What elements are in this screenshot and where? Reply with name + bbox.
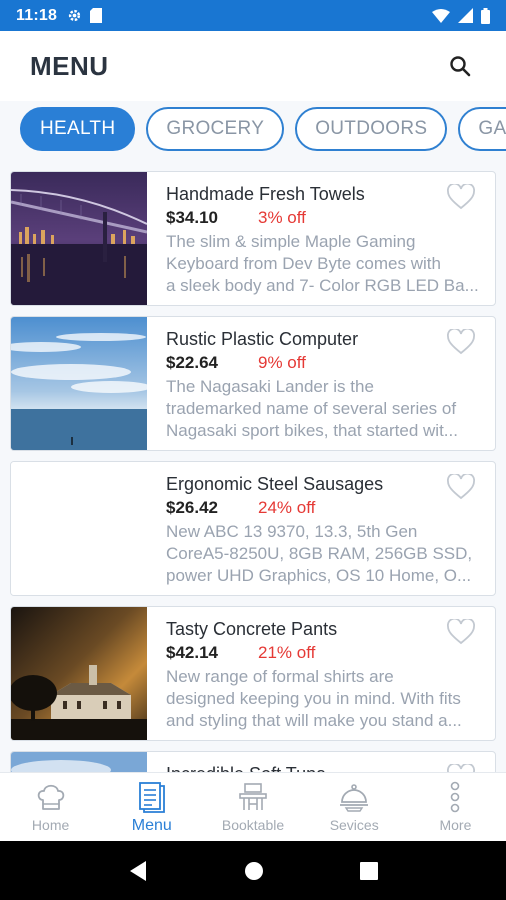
- nav-label: Menu: [131, 817, 172, 834]
- category-tabs: HEALTH GROCERY OUTDOORS GARD: [0, 101, 506, 159]
- table-icon: [239, 783, 267, 810]
- battery-icon: [481, 7, 490, 24]
- product-name: Tasty Concrete Pants: [166, 619, 338, 639]
- product-price: $42.14: [166, 643, 218, 662]
- nav-label: Home: [31, 817, 70, 833]
- recents-square-icon[interactable]: [360, 861, 378, 880]
- nav-label: Booktable: [221, 817, 285, 833]
- product-name: Incredible Soft Tuna: [166, 764, 486, 772]
- favorite-heart-icon[interactable]: [447, 329, 475, 355]
- product-description: New ABC 13 9370, 13.3, 5th Gen CoreA5-825…: [166, 522, 473, 585]
- product-card[interactable]: Tasty Concrete Pants $42.14 21% off New …: [10, 606, 496, 741]
- system-navigation-bar: [0, 841, 506, 900]
- nav-services[interactable]: Sevices: [304, 773, 405, 841]
- product-card[interactable]: Incredible Soft Tuna: [10, 751, 496, 772]
- discount-badge: 3% off: [258, 208, 306, 227]
- discount-badge: 9% off: [258, 353, 306, 372]
- product-card[interactable]: Handmade Fresh Towels $34.10 3% off The …: [10, 171, 496, 306]
- nav-menu[interactable]: Menu: [101, 773, 202, 841]
- discount-badge: 21% off: [258, 643, 316, 662]
- sd-card-icon: [90, 8, 103, 23]
- nav-booktable[interactable]: Booktable: [202, 773, 303, 841]
- home-circle-icon[interactable]: [244, 861, 264, 881]
- product-name: Handmade Fresh Towels: [166, 184, 365, 204]
- wifi-icon: [432, 8, 450, 23]
- favorite-heart-icon[interactable]: [447, 184, 475, 210]
- page-title: MENU: [30, 50, 109, 81]
- product-price: $34.10: [166, 208, 218, 227]
- product-image: [11, 317, 147, 450]
- search-icon: [450, 56, 471, 77]
- cloche-icon: [340, 784, 369, 812]
- product-image: [11, 752, 147, 772]
- product-name: Rustic Plastic Computer: [166, 329, 359, 349]
- bottom-navigation: Home Menu Booktable Sevices More: [0, 772, 506, 841]
- more-vertical-icon: [451, 781, 460, 813]
- product-price: $26.42: [166, 498, 218, 517]
- product-list: Handmade Fresh Towels $34.10 3% off The …: [0, 159, 506, 772]
- product-card[interactable]: Ergonomic Steel Sausages $26.42 24% off …: [10, 461, 496, 596]
- favorite-heart-icon[interactable]: [447, 474, 475, 500]
- back-icon[interactable]: [128, 860, 148, 882]
- nav-label: More: [439, 817, 472, 833]
- status-time: 11:18: [16, 6, 58, 24]
- nav-more[interactable]: More: [405, 773, 506, 841]
- favorite-heart-icon[interactable]: [447, 764, 475, 772]
- product-description: The slim & simple Maple Gaming Keyboard f…: [166, 232, 479, 295]
- product-name: Ergonomic Steel Sausages: [166, 474, 384, 494]
- product-card[interactable]: Rustic Plastic Computer $22.64 9% off Th…: [10, 316, 496, 451]
- search-button[interactable]: [444, 50, 476, 82]
- nav-home[interactable]: Home: [0, 773, 101, 841]
- product-image: [11, 462, 147, 595]
- favorite-heart-icon[interactable]: [447, 619, 475, 645]
- product-image: [11, 607, 147, 740]
- tab-grocery[interactable]: GROCERY: [146, 107, 285, 151]
- tab-garden[interactable]: GARD: [458, 107, 506, 151]
- settings-icon: [68, 9, 81, 22]
- nav-label: Sevices: [329, 817, 379, 833]
- product-description: The Nagasaki Lander is the trademarked na…: [166, 377, 458, 440]
- app-header: MENU: [0, 31, 506, 101]
- product-description: New range of formal shirts are designed k…: [166, 667, 462, 730]
- menu-book-icon: [138, 782, 165, 813]
- tab-health[interactable]: HEALTH: [20, 107, 136, 151]
- chef-hat-icon: [37, 784, 64, 810]
- product-price: $22.64: [166, 353, 218, 372]
- signal-icon: [458, 8, 473, 23]
- product-image: [11, 172, 147, 305]
- status-bar: 11:18: [0, 0, 506, 31]
- tab-outdoors[interactable]: OUTDOORS: [295, 107, 448, 151]
- discount-badge: 24% off: [258, 498, 316, 517]
